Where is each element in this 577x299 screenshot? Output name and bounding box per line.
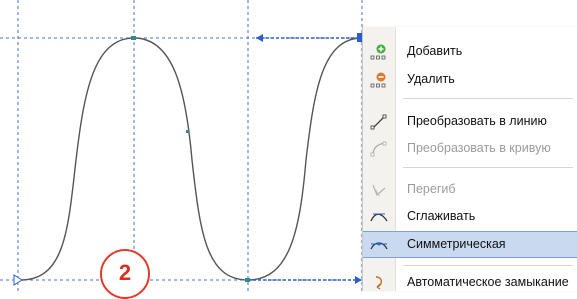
auto-close-icon xyxy=(375,276,383,290)
menu-item-label: Преобразовать в линию xyxy=(407,114,547,128)
delete-node-icon xyxy=(370,72,386,88)
menu-item-label: Сглаживать xyxy=(407,209,476,223)
step-number-badge: 2 xyxy=(100,249,150,299)
menu-separator xyxy=(403,98,573,99)
to-curve-icon xyxy=(370,141,387,157)
add-node-icon xyxy=(370,44,386,60)
handle-arrow-left xyxy=(256,34,263,42)
menu-item-symmetric[interactable]: Симметрическая xyxy=(363,231,577,258)
menu-item-auto-close[interactable]: Автоматическое замыкание xyxy=(363,270,577,296)
menu-item-cusp[interactable]: Перегиб xyxy=(363,177,577,203)
smooth-icon xyxy=(370,213,388,222)
handle-arrow-right xyxy=(355,276,362,284)
menu-item-to-line[interactable]: Преобразовать в линию xyxy=(363,109,577,135)
node-marker xyxy=(131,36,136,40)
cusp-icon xyxy=(372,184,386,197)
bezier-curve xyxy=(17,37,363,281)
menu-item-label: Добавить xyxy=(407,44,463,58)
symmetric-icon xyxy=(370,242,388,250)
node-marker xyxy=(186,130,189,133)
menu-separator xyxy=(403,265,573,266)
menu-item-label: Симметрическая xyxy=(407,237,506,251)
menu-item-label: Преобразовать в кривую xyxy=(407,141,551,155)
menu-item-label: Перегиб xyxy=(407,182,456,196)
menu-item-add[interactable]: Добавить xyxy=(363,39,577,65)
menu-item-label: Удалить xyxy=(407,72,455,86)
menu-separator xyxy=(403,167,573,168)
step-number: 2 xyxy=(118,260,132,285)
to-line-icon xyxy=(370,114,387,130)
menu-item-delete[interactable]: Удалить xyxy=(363,67,577,93)
menu-item-label: Автоматическое замыкание xyxy=(407,275,569,289)
menu-item-smooth[interactable]: Сглаживать xyxy=(363,204,577,230)
node-marker xyxy=(245,278,250,282)
menu-item-to-curve[interactable]: Преобразовать в кривую xyxy=(363,136,577,162)
context-menu: Добавить Удалить Преобразовать в линию П… xyxy=(362,27,577,291)
